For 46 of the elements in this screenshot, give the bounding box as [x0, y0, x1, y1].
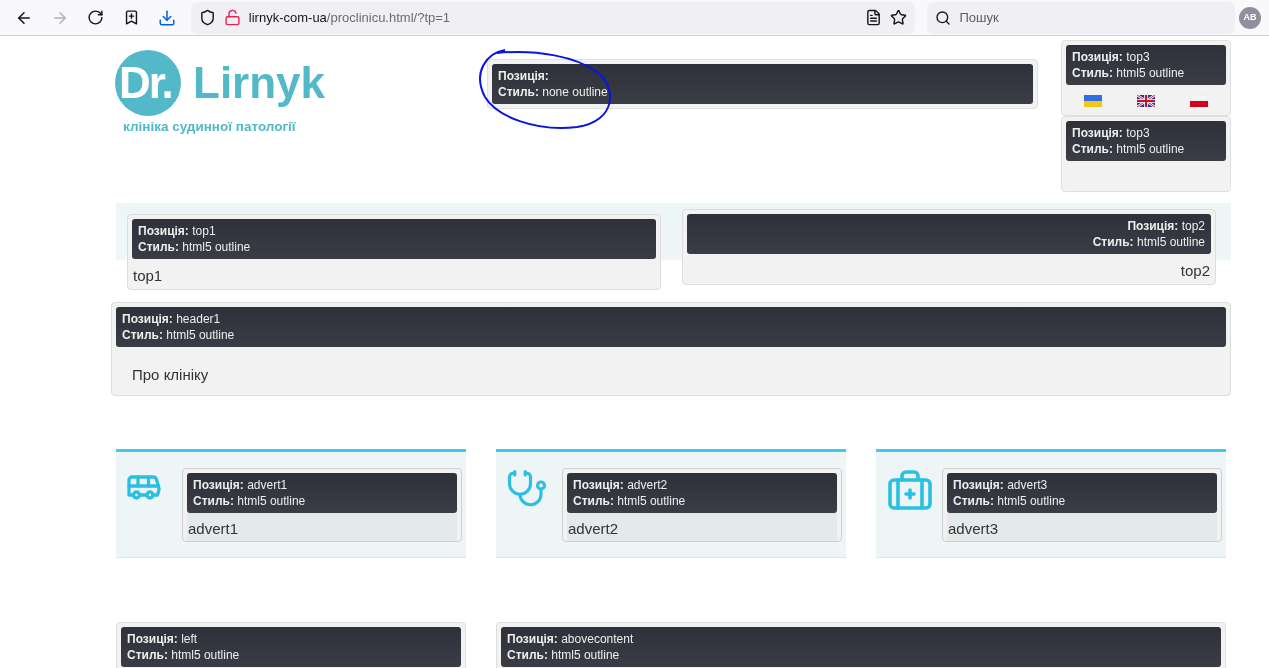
- module-info-text: Позиція: top3: [1072, 125, 1150, 141]
- module-info-text: Стиль: none outline: [498, 84, 608, 100]
- url-text: lirnyk-com-ua/proclinicu.html/?tp=1: [248, 8, 451, 27]
- module-content-text: advert2: [567, 513, 837, 541]
- module-content-text: advert1: [187, 513, 457, 541]
- insecure-lock-icon[interactable]: [223, 9, 241, 26]
- module-info-text: Стиль: html5 outline: [1072, 65, 1185, 81]
- search-icon: [935, 9, 952, 26]
- module-info-text: Позиція:: [498, 68, 549, 84]
- module-info-text: Позиція: header1: [122, 311, 221, 327]
- module-info-text: Позиція: advert1: [193, 477, 288, 493]
- profile-avatar[interactable]: AB: [1239, 6, 1262, 29]
- module-info-text: Позиція: abovecontent: [507, 631, 634, 647]
- module-info-text: Стиль: html5 outline: [122, 327, 235, 343]
- module-info-text: Позиція: top1: [138, 223, 216, 239]
- star-icon[interactable]: [890, 9, 908, 26]
- module-info-text: Стиль: html5 outline: [127, 647, 240, 663]
- search-field[interactable]: Пошук: [927, 1, 1236, 34]
- reader-view-icon[interactable]: [865, 9, 883, 26]
- reload-icon[interactable]: [86, 9, 104, 26]
- module-info-text: Позиція: left: [127, 631, 198, 647]
- poland-flag-icon[interactable]: [1190, 95, 1209, 107]
- module-info-text: Стиль: html5 outline: [573, 493, 686, 509]
- address-bar[interactable]: lirnyk-com-ua/proclinicu.html/?tp=1: [190, 1, 916, 34]
- module-info-text: Стиль: html5 outline: [138, 239, 251, 255]
- download-icon[interactable]: [157, 8, 176, 27]
- module-info-text: Стиль: html5 outline: [507, 647, 620, 663]
- logo-mark: Dr.: [119, 61, 172, 105]
- module-info-text: Позиція: advert2: [573, 477, 668, 493]
- module-info-text: Стиль: html5 outline: [1092, 234, 1205, 250]
- module-info-text: Позиція: top3: [1072, 49, 1150, 65]
- module-info-text: Позиція: advert3: [953, 477, 1048, 493]
- search-placeholder: Пошук: [959, 8, 999, 27]
- logo-tagline: клініка судинної патології: [123, 118, 297, 136]
- shield-icon[interactable]: [198, 9, 216, 26]
- uk-flag-icon[interactable]: [1137, 95, 1155, 107]
- module-content-text: Про клініку: [132, 365, 210, 385]
- logo-name: Lirnyk: [193, 61, 326, 105]
- module-content-text: top1: [132, 266, 164, 286]
- module-info-text: Стиль: html5 outline: [193, 493, 306, 509]
- module-content-text: advert3: [947, 513, 1217, 541]
- module-info-text: Стиль: html5 outline: [1072, 141, 1185, 157]
- module-info-text: Стиль: html5 outline: [953, 493, 1066, 509]
- ukraine-flag-icon[interactable]: [1083, 95, 1102, 107]
- module-info-text: Позиція: top2: [1127, 218, 1205, 234]
- module-content-text: top2: [1179, 261, 1211, 281]
